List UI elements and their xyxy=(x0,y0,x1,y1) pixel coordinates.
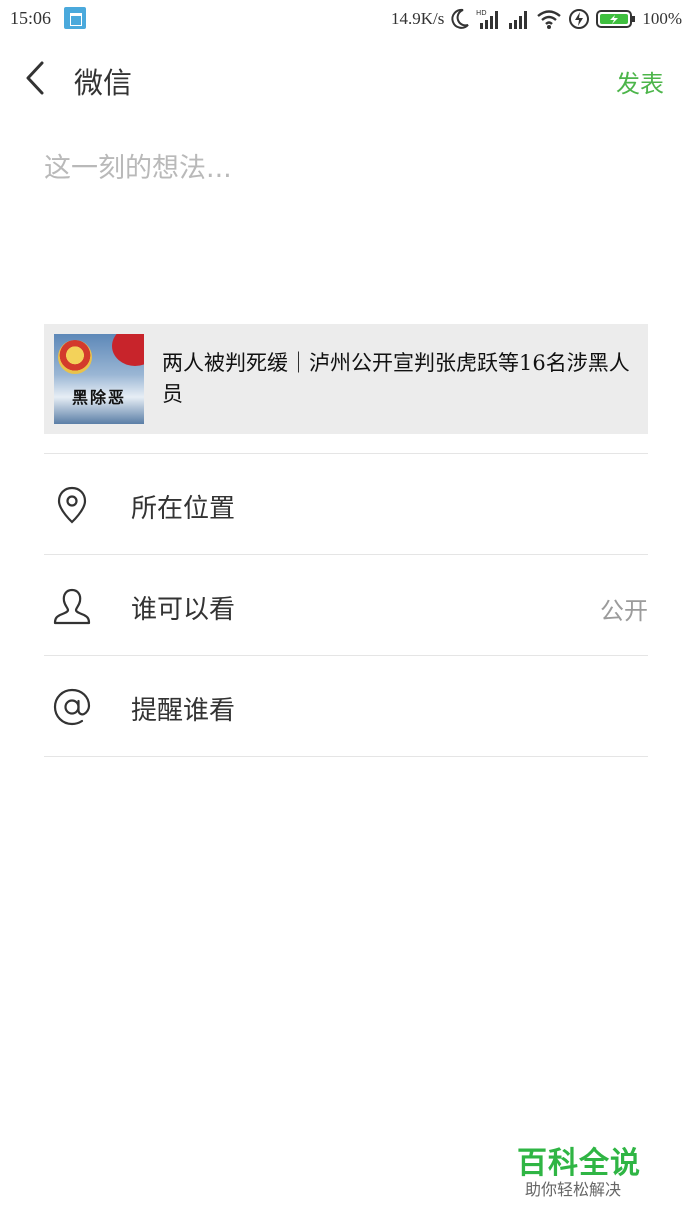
hd-signal-icon: HD xyxy=(476,8,502,30)
back-button[interactable] xyxy=(18,58,54,98)
option-visibility-label: 谁可以看 xyxy=(131,595,236,625)
post-options-list: 所在位置 谁可以看 公开 提醒谁看 xyxy=(44,453,648,757)
watermark-logo: 百科全说 助你轻松解决 xyxy=(517,1138,667,1199)
app-notification-icon xyxy=(64,7,86,29)
shared-article-title: 两人被判死缓｜泸州公开宣判张虎跃等16名涉黑人员 xyxy=(162,351,630,406)
network-speed: 14.9K/s xyxy=(390,9,445,28)
battery-percent: 100% xyxy=(642,9,682,28)
chevron-left-icon xyxy=(26,61,44,95)
option-mention-label: 提醒谁看 xyxy=(131,696,236,726)
option-visibility-value: 公开 xyxy=(600,597,648,625)
signal-icon xyxy=(508,8,530,30)
person-icon xyxy=(53,588,91,625)
shared-article-card[interactable]: 黑除恶 两人被判死缓｜泸州公开宣判张虎跃等16名涉黑人员 xyxy=(44,324,648,434)
header-bar: 微信 发表 xyxy=(0,40,692,122)
option-location[interactable]: 所在位置 xyxy=(44,454,648,555)
battery-icon xyxy=(596,8,636,30)
flag-graphic xyxy=(112,334,144,366)
article-thumbnail: 黑除恶 xyxy=(54,334,144,424)
option-location-label: 所在位置 xyxy=(131,494,236,524)
police-emblem-icon xyxy=(58,340,92,374)
status-right-group: 14.9K/s HD 100% xyxy=(391,6,682,32)
publish-button[interactable]: 发表 xyxy=(616,64,664,99)
option-mention[interactable]: 提醒谁看 xyxy=(44,656,648,757)
page-title: 微信 xyxy=(74,66,133,100)
charging-icon xyxy=(568,8,590,30)
option-visibility[interactable]: 谁可以看 公开 xyxy=(44,555,648,656)
status-time: 15:06 xyxy=(10,8,52,28)
svg-text:HD: HD xyxy=(476,9,487,17)
moon-icon xyxy=(450,8,470,30)
at-sign-icon xyxy=(53,688,91,726)
post-text-input[interactable] xyxy=(44,146,648,296)
watermark-subtitle: 助你轻松解决 xyxy=(525,1180,622,1199)
wifi-icon xyxy=(536,8,562,30)
status-bar: 15:06 14.9K/s HD 100% xyxy=(0,0,692,38)
location-pin-icon xyxy=(57,486,87,524)
thumbnail-text: 黑除恶 xyxy=(71,388,126,407)
